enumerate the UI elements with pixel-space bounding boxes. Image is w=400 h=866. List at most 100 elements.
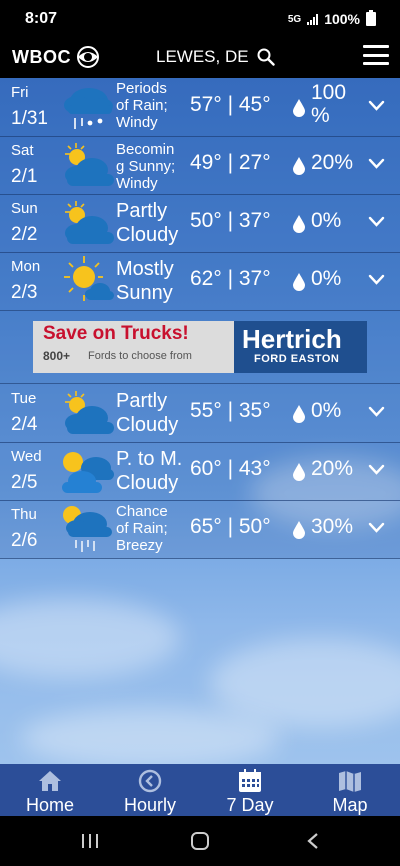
chevron-down-icon[interactable] xyxy=(368,100,385,112)
nav-hourly-label: Hourly xyxy=(123,795,176,815)
ad-right-panel: Hertrich FORD EASTON xyxy=(234,321,367,373)
ad-sub-text: Fords to choose from xyxy=(88,350,192,362)
day-name: Mon xyxy=(11,258,41,275)
condition-text: Partly Cloudy xyxy=(116,200,179,246)
precip-chance: 100% xyxy=(311,81,347,127)
partly-cloudy-icon xyxy=(65,143,114,186)
ad-banner[interactable]: Save on Trucks! 800+ Fords to choose fro… xyxy=(33,321,367,373)
precip-chance: 30% xyxy=(311,515,354,538)
ad-row: Save on Trucks! 800+ Fords to choose fro… xyxy=(0,311,400,384)
ad-headline: Save on Trucks! xyxy=(43,323,189,344)
forecast-row-mon[interactable]: Mon 2/3 Mostly Sunny 62° | 37° 0% xyxy=(0,252,400,311)
map-icon xyxy=(339,771,361,792)
day-name: Thu xyxy=(11,506,37,523)
partly-cloudy-icon xyxy=(65,201,114,244)
condition-text: Partly Cloudy xyxy=(116,390,179,436)
day-date: 2/3 xyxy=(11,282,38,303)
back-icon[interactable] xyxy=(305,832,321,850)
forecast-row-wed[interactable]: Wed 2/5 P. to M. Cloudy 60° | 43° 20% xyxy=(0,442,400,501)
battery-percent: 100% xyxy=(324,11,360,27)
chevron-down-icon[interactable] xyxy=(368,522,385,534)
location-label: LEWES, DE xyxy=(156,47,249,66)
recent-apps-icon[interactable] xyxy=(80,832,100,850)
day-name: Fri xyxy=(11,84,29,101)
raindrop-icon xyxy=(293,405,305,423)
day-date: 2/1 xyxy=(11,166,38,187)
forecast-row-sun[interactable]: Sun 2/2 Partly Cloudy 50° | 37° 0% xyxy=(0,194,400,253)
home-icon xyxy=(39,771,61,791)
calendar-icon xyxy=(239,769,261,792)
search-icon[interactable] xyxy=(257,48,275,66)
precip-chance: 0% xyxy=(311,399,342,422)
day-date: 2/6 xyxy=(11,530,38,551)
raindrop-icon xyxy=(293,215,305,233)
condition-text: Chance of Rain; Breezy xyxy=(116,503,168,554)
status-bar: 8:07 5G 100% xyxy=(0,0,400,38)
precip-chance: 0% xyxy=(311,209,342,232)
condition-text: Becomin g Sunny; Windy xyxy=(116,141,176,192)
day-date: 1/31 xyxy=(11,108,48,129)
location-selector[interactable]: LEWES, DE xyxy=(156,47,275,67)
station-logo[interactable]: WBOC xyxy=(12,46,101,68)
app-header: WBOC LEWES, DE xyxy=(0,38,400,78)
network-label: 5G xyxy=(287,13,302,25)
day-date: 2/5 xyxy=(11,472,38,493)
rain-icon xyxy=(64,88,113,129)
nav-7-day-label: 7 Day xyxy=(226,795,274,815)
precip-chance: 20% xyxy=(311,151,354,174)
mostly-cloudy-icon xyxy=(62,452,114,493)
temperature-range: 57° | 45° xyxy=(190,93,271,116)
nav-home[interactable]: Home xyxy=(0,764,100,816)
raindrop-icon xyxy=(293,273,305,291)
signal-icon xyxy=(307,13,319,25)
day-name: Sun xyxy=(11,200,38,217)
day-date: 2/4 xyxy=(11,414,38,435)
cbs-eye-icon xyxy=(77,46,99,68)
precip-chance: 0% xyxy=(311,267,342,290)
condition-text: Periods of Rain; Windy xyxy=(116,80,168,131)
condition-text: P. to M. Cloudy xyxy=(116,448,183,494)
forecast-row-sat[interactable]: Sat 2/1 Becomin g Sunny; Windy 49° | 27° 2… xyxy=(0,136,400,195)
forecast-row-fri[interactable]: Fri 1/31 Periods of Rain; Windy 57° | 45° … xyxy=(0,78,400,137)
temperature-range: 65° | 50° xyxy=(190,515,271,538)
chevron-down-icon[interactable] xyxy=(368,158,385,170)
clock-icon xyxy=(138,769,162,793)
day-name: Wed xyxy=(11,448,42,465)
status-right: 5G 100% xyxy=(287,10,376,27)
hamburger-menu-icon[interactable] xyxy=(363,45,389,65)
raindrop-icon xyxy=(293,521,305,539)
ad-brand: Hertrich xyxy=(242,324,342,354)
chance-rain-icon xyxy=(63,506,112,552)
logo-text: WBOC xyxy=(12,46,71,67)
temperature-range: 62° | 37° xyxy=(190,267,271,290)
chevron-down-icon[interactable] xyxy=(368,216,385,228)
partly-cloudy-icon xyxy=(65,391,114,434)
nav-map-label: Map xyxy=(332,795,368,815)
ad-sub-number: 800+ xyxy=(43,349,71,363)
raindrop-icon xyxy=(293,157,305,175)
raindrop-icon xyxy=(293,463,305,481)
chevron-down-icon[interactable] xyxy=(368,406,385,418)
nav-map[interactable]: Map xyxy=(300,764,400,816)
battery-icon xyxy=(366,10,376,26)
system-nav-bar xyxy=(0,816,400,866)
bottom-nav: Home Hourly 7 Day Map xyxy=(0,764,400,816)
chevron-down-icon[interactable] xyxy=(368,464,385,476)
day-date: 2/2 xyxy=(11,224,38,245)
precip-chance: 20% xyxy=(311,457,354,480)
raindrop-icon xyxy=(293,99,305,117)
forecast-row-tue[interactable]: Tue 2/4 Partly Cloudy 55° | 35° 0% xyxy=(0,384,400,443)
forecast-row-thu[interactable]: Thu 2/6 Chance of Rain; Breezy 65° | 50° 3… xyxy=(0,500,400,559)
mostly-sunny-icon xyxy=(64,256,114,301)
day-name: Sat xyxy=(11,142,34,159)
nav-7-day[interactable]: 7 Day xyxy=(200,764,300,816)
temperature-range: 50° | 37° xyxy=(190,209,271,232)
nav-hourly[interactable]: Hourly xyxy=(100,764,200,816)
day-name: Tue xyxy=(11,390,37,407)
status-time: 8:07 xyxy=(25,10,58,27)
temperature-range: 55° | 35° xyxy=(190,399,271,422)
chevron-down-icon[interactable] xyxy=(368,274,385,286)
home-button-icon[interactable] xyxy=(190,832,210,850)
ad-left-panel: Save on Trucks! 800+ Fords to choose fro… xyxy=(33,321,234,373)
condition-text: Mostly Sunny xyxy=(116,258,174,304)
